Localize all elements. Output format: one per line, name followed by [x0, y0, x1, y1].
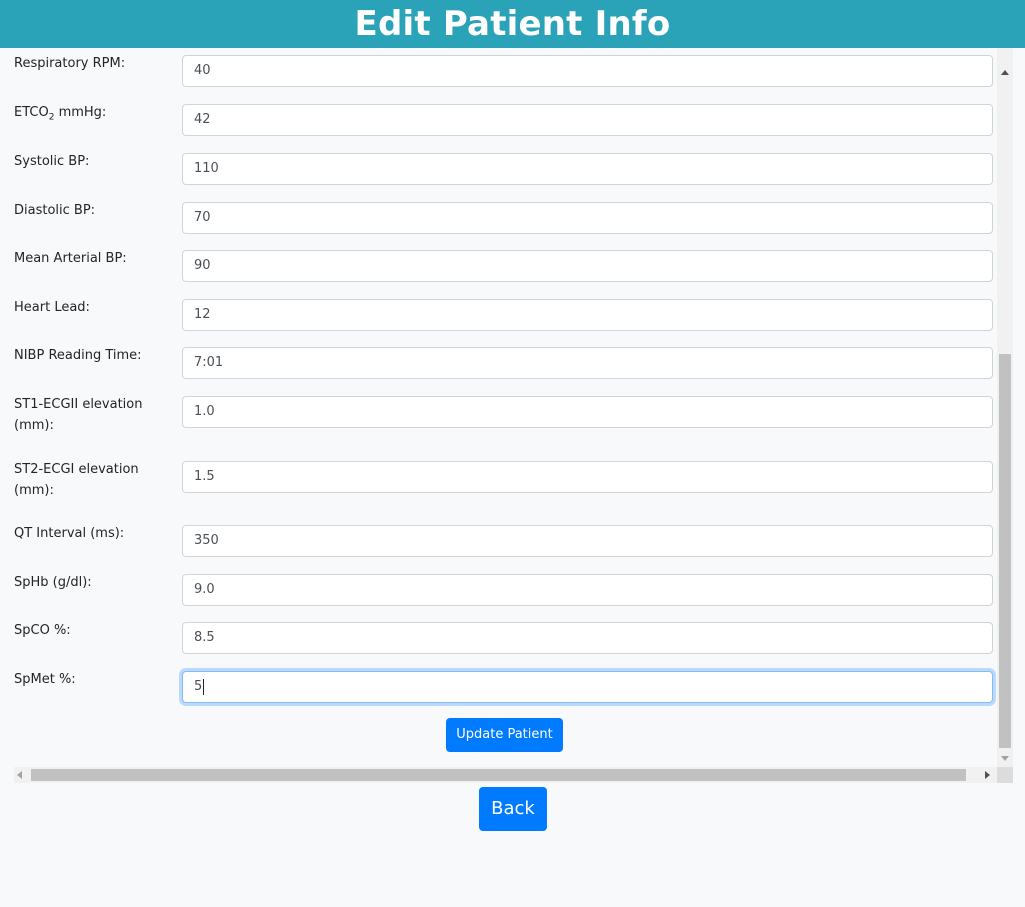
- field-label: QT Interval (ms):: [14, 526, 125, 541]
- field-label: Diastolic BP:: [14, 203, 96, 218]
- vertical-scrollbar[interactable]: [997, 48, 1013, 767]
- mean-arterial-bp-input[interactable]: 90: [182, 250, 993, 282]
- scroll-up-arrow-icon[interactable]: [1001, 70, 1009, 75]
- field-label: Respiratory RPM:: [14, 56, 126, 71]
- field-label: Mean Arterial BP:: [14, 251, 127, 266]
- field-label-main: ETCO: [14, 105, 49, 120]
- page-header: Edit Patient Info: [0, 0, 1025, 48]
- field-label: ST1-ECGII elevation (mm):: [14, 397, 143, 433]
- sphb-input[interactable]: 9.0: [182, 574, 993, 606]
- nibp-reading-time-input[interactable]: 7:01: [182, 347, 993, 379]
- scroll-right-arrow-icon[interactable]: [985, 771, 990, 779]
- horizontal-scroll-thumb[interactable]: [31, 769, 966, 781]
- field-label: Systolic BP:: [14, 154, 90, 169]
- st1-ecgii-elevation-input[interactable]: 1.0: [182, 396, 993, 428]
- field-label: ETCO2 mmHg:: [14, 102, 164, 123]
- form-scroll-frame: Respiratory RPM: 40 ETCO2 mmHg: 42 Systo…: [14, 48, 1013, 783]
- field-label: SpCO %:: [14, 623, 71, 638]
- systolic-bp-input[interactable]: 110: [182, 153, 993, 185]
- field-label: SpMet %:: [14, 672, 76, 687]
- spmet-value: 5: [194, 679, 203, 694]
- spco-input[interactable]: 8.5: [182, 622, 993, 654]
- heart-lead-input[interactable]: 12: [182, 299, 993, 331]
- qt-interval-input[interactable]: 350: [182, 525, 993, 557]
- scroll-down-arrow-icon[interactable]: [1001, 756, 1009, 761]
- text-caret: [203, 678, 205, 695]
- spmet-input[interactable]: 5: [182, 671, 993, 703]
- update-patient-button[interactable]: Update Patient: [446, 718, 563, 752]
- vertical-scroll-thumb[interactable]: [999, 354, 1011, 748]
- form-viewport: Respiratory RPM: 40 ETCO2 mmHg: 42 Systo…: [14, 48, 997, 767]
- st2-ecgi-elevation-input[interactable]: 1.5: [182, 461, 993, 493]
- field-label: Heart Lead:: [14, 300, 90, 315]
- horizontal-scrollbar[interactable]: [14, 767, 997, 783]
- page-title: Edit Patient Info: [354, 4, 671, 44]
- field-label: ST2-ECGI elevation (mm):: [14, 462, 139, 498]
- diastolic-bp-input[interactable]: 70: [182, 202, 993, 234]
- field-label: SpHb (g/dl):: [14, 575, 92, 590]
- field-label: NIBP Reading Time:: [14, 348, 142, 363]
- field-label-suffix: mmHg:: [54, 105, 107, 120]
- scroll-left-arrow-icon[interactable]: [17, 771, 22, 779]
- back-button[interactable]: Back: [479, 787, 547, 831]
- respiratory-rpm-input[interactable]: 40: [182, 55, 993, 87]
- scrollbar-corner: [997, 767, 1013, 783]
- etco2-input[interactable]: 42: [182, 104, 993, 136]
